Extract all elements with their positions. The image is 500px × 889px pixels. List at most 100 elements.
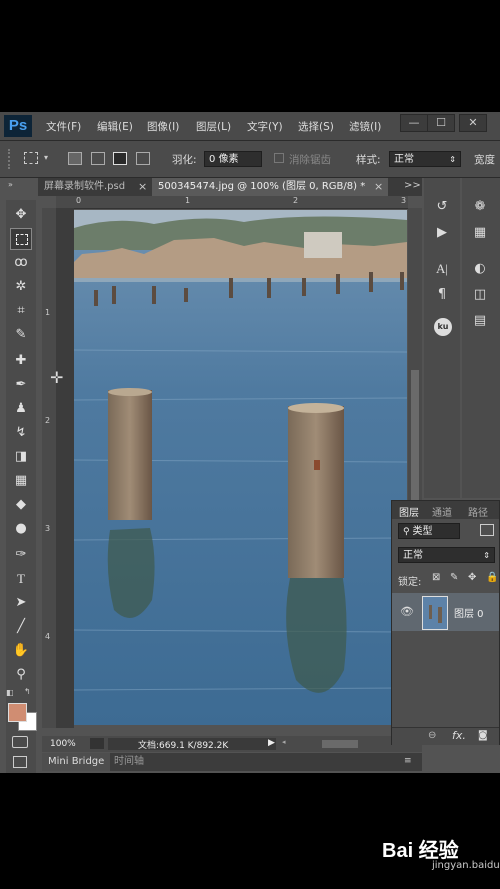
crop-tool-icon[interactable]: ⌗ [10,300,32,322]
collapse-toolbar-icon[interactable]: » [8,180,13,189]
subtract-selection-icon[interactable] [113,152,127,165]
color-panel-icon[interactable]: ❁ [470,198,490,216]
ruler-top-tick-3: 3 [401,196,407,205]
blur-tool-icon[interactable]: ◆ [10,494,32,516]
layers-footer: ⊖ fx. ◙ [392,727,499,745]
layers-panel: 图层 通道 路径 ⚲ 类型 正常 ⇕ 锁定: ⊠ ✎ ✥ 🔒 👁 图层 0 ⊖ … [391,500,500,745]
paragraph-panel-icon[interactable]: ¶ [432,286,452,304]
intersect-selection-icon[interactable] [136,152,150,165]
tabs-overflow-icon[interactable]: >> [404,180,421,191]
layer-filter-select[interactable]: ⚲ 类型 [398,523,460,539]
tab-channels[interactable]: 通道 [432,504,452,519]
menu-layer[interactable]: 图层(L) [196,119,231,134]
foreground-color-swatch[interactable] [8,703,27,722]
menu-edit[interactable]: 编辑(E) [97,119,133,134]
doc-size-info: 文档:669.1 K/892.2K [138,741,229,751]
tab-timeline[interactable]: 时间轴 [114,753,144,771]
lasso-tool-icon[interactable]: ꝏ [10,252,32,274]
move-tool-icon[interactable]: ✥ [10,204,32,226]
tab-jpg[interactable]: 500345474.jpg @ 100% (图层 0, RGB/8) * [152,178,388,196]
layer-row-0[interactable]: 👁 图层 0 [392,593,499,631]
link-layers-icon[interactable]: ⊖ [428,730,436,741]
marquee-tool-preset-icon[interactable] [24,152,38,164]
pen-tool-icon[interactable]: ✑ [10,544,32,566]
horizontal-scroll-thumb[interactable] [322,740,358,748]
options-grip [8,149,12,169]
chevron-updown-icon: ⇕ [449,155,456,164]
menu-filter[interactable]: 滤镜(I) [349,119,381,134]
quick-mask-icon[interactable] [12,736,28,748]
screen-mode-icon[interactable] [13,756,27,768]
rect-marquee-tool-icon[interactable] [10,228,32,250]
menu-image[interactable]: 图像(I) [147,119,179,134]
vertical-scroll-thumb[interactable] [411,370,419,500]
kuler-panel-icon[interactable]: ku [434,318,452,336]
lock-label: 锁定: [398,577,422,588]
history-brush-tool-icon[interactable]: ↯ [10,422,32,444]
line-tool-icon[interactable]: ╱ [10,616,32,638]
default-colors-icon[interactable]: ◧ [6,688,14,697]
lock-pixels-icon[interactable]: ✎ [450,572,458,583]
history-panel-icon[interactable]: ↺ [432,198,452,216]
style-select[interactable]: 正常 ⇕ [389,151,461,167]
clone-stamp-tool-icon[interactable]: ♟ [10,398,32,420]
menu-type[interactable]: 文字(Y) [247,119,283,134]
tab-mini-bridge[interactable]: Mini Bridge [42,753,110,771]
preset-dropdown-icon[interactable]: ▾ [44,153,48,162]
bottom-panel-tabs: Mini Bridge 时间轴 ≡ [42,753,422,771]
properties-panel-icon[interactable]: ▤ [470,312,490,330]
tab-layers[interactable]: 图层 [399,504,419,519]
eyedropper-tool-icon[interactable]: ✎ [10,324,32,346]
lock-transparent-icon[interactable]: ⊠ [432,572,440,583]
menu-select[interactable]: 选择(S) [298,119,334,134]
type-tool-icon[interactable]: T [10,568,32,590]
add-selection-icon[interactable] [91,152,105,165]
styles-panel-icon[interactable]: ◫ [470,286,490,304]
blend-mode-select[interactable]: 正常 ⇕ [398,547,495,563]
tab-psd-close-icon[interactable]: × [138,180,147,193]
minimize-button[interactable]: — [400,114,428,132]
menu-file[interactable]: 文件(F) [46,119,81,134]
hand-tool-icon[interactable]: ✋ [10,640,32,662]
lock-all-icon[interactable]: 🔒 [486,572,498,583]
maximize-button[interactable]: ☐ [427,114,455,132]
tab-jpg-close-icon[interactable]: × [374,180,383,193]
swap-colors-icon[interactable]: ↰ [24,687,31,696]
ruler-left-tick-1: 1 [45,308,51,317]
magic-wand-tool-icon[interactable]: ✲ [10,276,32,298]
healing-brush-tool-icon[interactable]: ✚ [10,350,32,372]
zoom-tool-icon[interactable]: ⚲ [10,664,32,686]
swatches-panel-icon[interactable]: ▦ [470,224,490,242]
path-selection-tool-icon[interactable]: ➤ [10,592,32,614]
tab-psd[interactable]: 屏幕录制软件.psd [38,178,152,196]
new-selection-icon[interactable] [68,152,82,165]
actions-panel-icon[interactable]: ▶ [432,224,452,242]
antialias-checkbox[interactable] [274,153,284,163]
tab-psd-label: 屏幕录制软件.psd [44,181,126,192]
status-preview-icon[interactable] [90,738,104,749]
scroll-left-icon[interactable]: ◂ [282,738,286,746]
feather-input[interactable]: 0 像素 [204,151,262,167]
eraser-tool-icon[interactable]: ◨ [10,446,32,468]
panel-menu-icon[interactable]: ≡ [404,756,412,766]
dodge-tool-icon[interactable]: ● [10,518,32,540]
adjustments-panel-icon[interactable]: ◐ [470,260,490,278]
status-menu-arrow-icon[interactable]: ▶ [268,738,275,748]
layer-filter-value: 类型 [412,526,433,537]
character-panel-icon[interactable]: A| [432,260,452,278]
fx-icon[interactable]: fx. [452,729,466,742]
zoom-level[interactable]: 100% [50,739,76,749]
doc-info-field[interactable]: 文档:669.1 K/892.2K [108,738,276,751]
layer-name[interactable]: 图层 0 [454,605,484,620]
document-canvas[interactable] [74,210,407,725]
add-mask-icon[interactable]: ◙ [478,730,488,741]
gradient-tool-icon[interactable]: ▦ [10,470,32,492]
close-button[interactable]: ✕ [459,114,487,132]
lock-position-icon[interactable]: ✥ [468,572,476,583]
brush-tool-icon[interactable]: ✒ [10,374,32,396]
pasteboard [56,208,74,728]
image-filter-icon[interactable] [480,524,494,536]
tab-paths[interactable]: 路径 [468,504,488,519]
visibility-eye-icon[interactable]: 👁 [400,605,414,618]
tab-jpg-label: 500345474.jpg @ 100% (图层 0, RGB/8) * [158,181,366,192]
